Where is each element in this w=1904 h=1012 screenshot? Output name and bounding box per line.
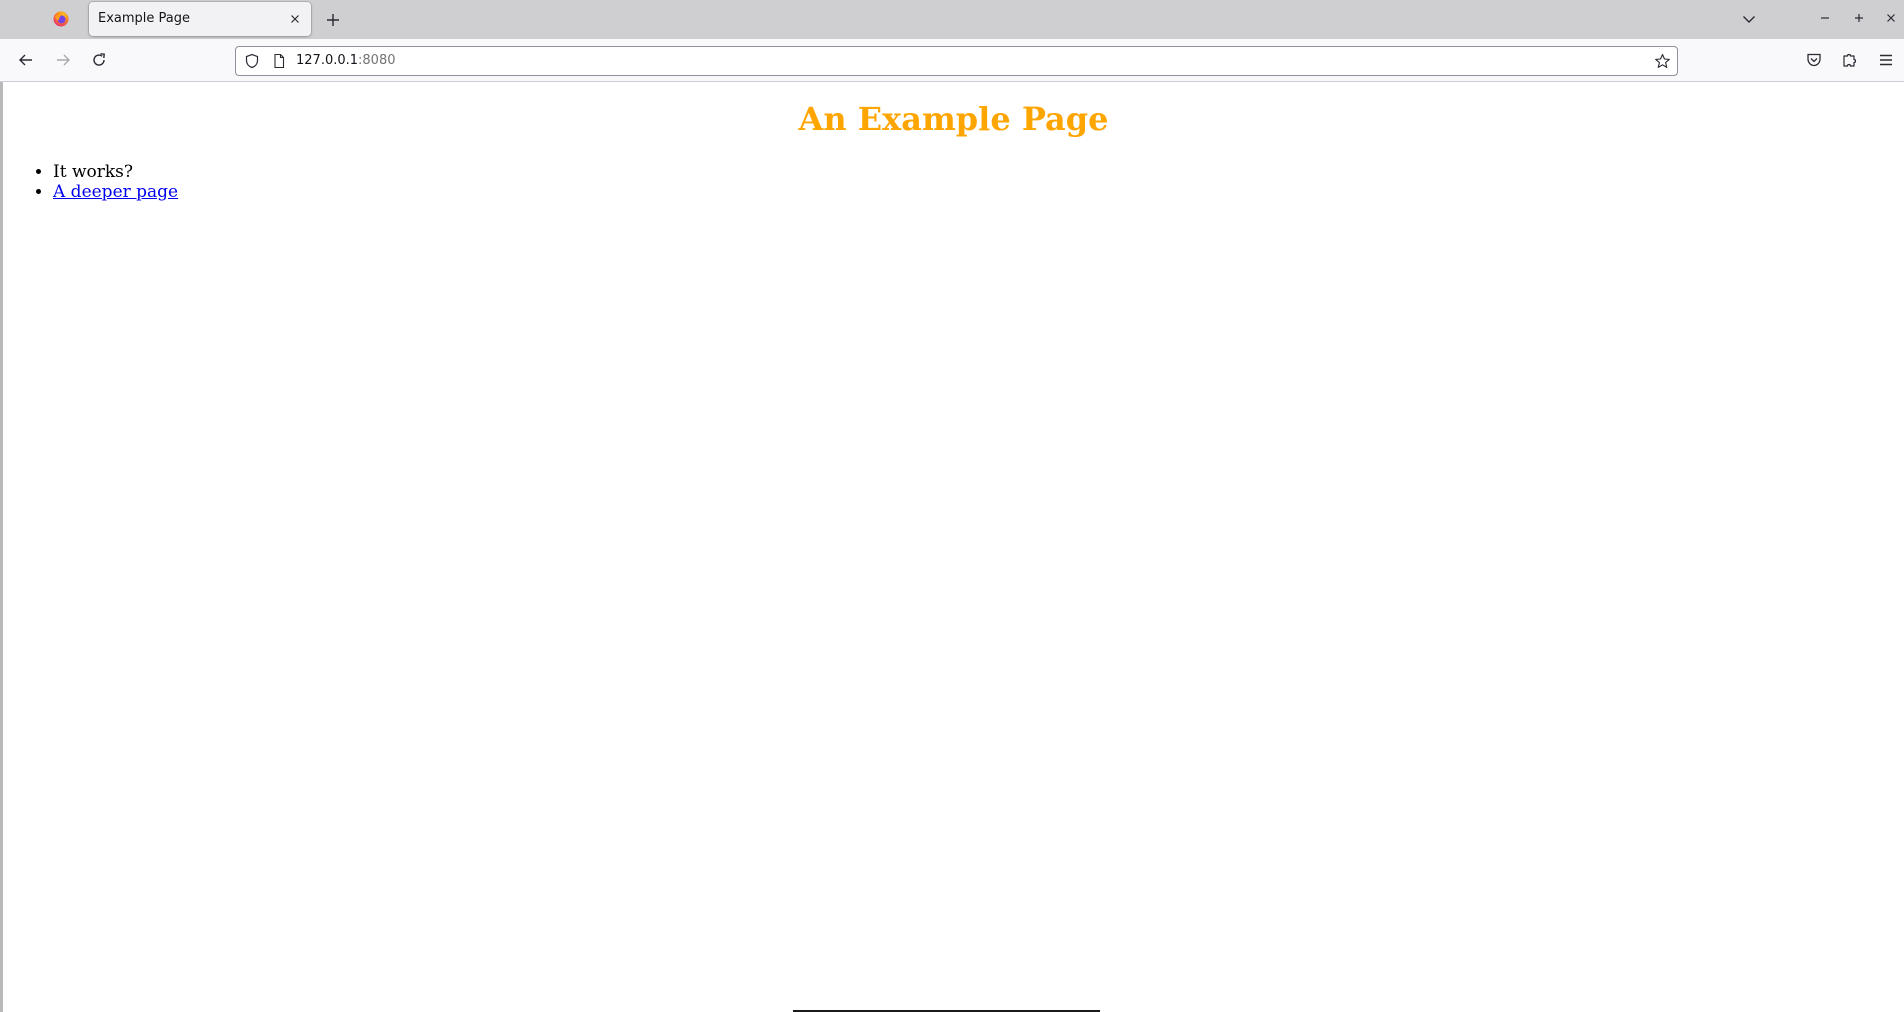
back-arrow-icon[interactable] <box>17 51 35 69</box>
tab-strip: Example Page <box>0 0 1904 39</box>
page-viewport: An Example Page It works? A deeper page <box>0 82 1904 1012</box>
maximize-icon[interactable] <box>1851 10 1867 26</box>
page-icon[interactable] <box>271 53 287 69</box>
browser-window: Example Page 127.0.0.1:8080 An Example P… <box>0 0 1904 1012</box>
url-host: 127.0.0.1 <box>296 53 359 68</box>
close-icon[interactable] <box>287 11 303 27</box>
reload-icon[interactable] <box>90 51 108 69</box>
chevron-down-icon[interactable] <box>1740 10 1758 28</box>
pocket-icon[interactable] <box>1805 51 1823 69</box>
page-list: It works? A deeper page <box>13 162 178 202</box>
list-item: A deeper page <box>53 182 178 202</box>
navigation-toolbar: 127.0.0.1:8080 <box>0 39 1904 82</box>
hamburger-menu-icon[interactable] <box>1877 51 1895 69</box>
page-heading: An Example Page <box>798 100 1109 138</box>
star-icon[interactable] <box>1654 53 1671 70</box>
url-text[interactable]: 127.0.0.1:8080 <box>296 53 396 68</box>
list-item-text: It works? <box>53 162 134 182</box>
forward-arrow-icon[interactable] <box>54 51 72 69</box>
list-item: It works? <box>53 162 178 182</box>
tab-title: Example Page <box>98 11 191 26</box>
minimize-icon[interactable] <box>1817 10 1833 26</box>
close-window-icon[interactable] <box>1883 10 1899 26</box>
deeper-page-link[interactable]: A deeper page <box>53 182 178 202</box>
firefox-logo-icon[interactable] <box>53 11 69 27</box>
url-port: :8080 <box>358 53 396 68</box>
plus-icon[interactable] <box>324 11 342 29</box>
shield-icon[interactable] <box>244 53 260 69</box>
address-bar[interactable]: 127.0.0.1:8080 <box>235 46 1678 76</box>
tab-example-page[interactable]: Example Page <box>89 2 311 36</box>
puzzle-icon[interactable] <box>1841 51 1859 69</box>
